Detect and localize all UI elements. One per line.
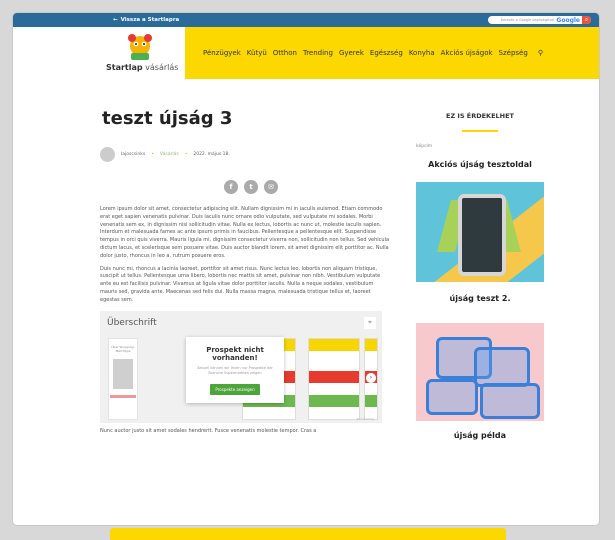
image-bowl (480, 383, 540, 419)
thumbnail-caption: Über Shopping-Mall-Tipps (111, 344, 135, 353)
card-title[interactable]: újság példa (416, 421, 544, 450)
nav-item[interactable]: Konyha (409, 49, 435, 57)
paragraph: Lorem ipsum dolor sit amet, consectetur … (100, 206, 390, 259)
back-link[interactable]: ← Vissza a Startlapra (113, 17, 179, 23)
related-card[interactable]: Akciós újság tesztoldal (416, 153, 544, 176)
top-bar: ← Vissza a Startlapra Keresés a Google se… (13, 13, 599, 27)
flyer-thumbnail[interactable]: Über Shopping-Mall-Tipps (108, 337, 138, 420)
nav-item[interactable]: Gyerek (339, 49, 364, 57)
nav-item[interactable]: Akciós újságok (441, 49, 493, 57)
email-icon[interactable]: ✉ (264, 180, 278, 194)
related-card[interactable]: újság teszt 2. (416, 182, 544, 315)
article-title: teszt újság 3 (102, 108, 233, 129)
sidebar: EZ IS ÉRDEKELHET képcím Akciós újság tes… (416, 66, 544, 450)
chevron-right-icon[interactable]: › (366, 372, 376, 383)
broken-image: képcím (416, 144, 433, 149)
facebook-icon[interactable]: f (224, 180, 238, 194)
search-icon[interactable]: ⚲ (538, 49, 543, 57)
nav-item[interactable]: Pénzügyek (203, 49, 241, 57)
search-icon[interactable]: ⌕ (582, 16, 591, 24)
article: teszt újság 3 lajoscsinks • Vásárlás • 2… (100, 66, 390, 434)
google-logo: Google (556, 16, 580, 24)
powered-by: Powered by (356, 416, 374, 421)
nav-item[interactable]: Otthon (273, 49, 297, 57)
arrow-left-icon: ← (113, 17, 118, 23)
bottom-banner (110, 528, 506, 540)
paragraph: Duis nunc mi, rhoncus a lacinia laoreet,… (100, 265, 381, 303)
flyer-widget: Überschrift ⌖ Über Shopping-Mall-Tipps P… (100, 310, 382, 423)
image-bowl (474, 347, 530, 387)
search-input[interactable]: Keresés a Google segítségével (488, 18, 556, 22)
separator-dot: • (151, 152, 154, 157)
share-buttons: f t ✉ (112, 180, 390, 194)
paragraph: Nunc auctor justo sit amet sodales hendr… (100, 427, 317, 434)
card-image (416, 323, 544, 421)
card-title[interactable]: Akciós újság tesztoldal (416, 153, 544, 176)
nav-item[interactable]: Egészség (370, 49, 403, 57)
heading-underline (462, 130, 498, 132)
author[interactable]: lajoscsinks (121, 152, 145, 157)
image-bowl (426, 379, 478, 415)
mascot-icon (128, 34, 152, 60)
thumbnail-bar (110, 394, 136, 398)
image-device (458, 194, 506, 276)
flyer-thumbnail[interactable] (308, 337, 360, 420)
no-flyer-popup: Prospekt nicht vorhanden! Aktuell können… (186, 336, 284, 403)
popup-text: Aktuell können wir Ihnen nur Prospekte d… (197, 365, 273, 375)
popup-title: Prospekt nicht vorhanden! (206, 345, 264, 362)
related-card[interactable]: újság példa (416, 323, 544, 450)
sidebar-heading: EZ IS ÉRDEKELHET (446, 112, 514, 120)
card-title[interactable]: újság teszt 2. (416, 282, 544, 315)
avatar (100, 147, 115, 162)
thumbnail-image (113, 358, 133, 389)
nav-item[interactable]: Trending (303, 49, 333, 57)
twitter-icon[interactable]: t (244, 180, 258, 194)
nav-item[interactable]: Kütyü (247, 49, 267, 57)
nav-item[interactable]: Szépség (499, 49, 528, 57)
location-pin-icon[interactable]: ⌖ (364, 316, 376, 329)
show-flyers-button[interactable]: Prospekte anzeigen (210, 383, 260, 395)
widget-heading: Überschrift (107, 317, 157, 328)
google-search[interactable]: Keresés a Google segítségével Google ⌕ (488, 16, 591, 24)
back-link-label: Vissza a Startlapra (120, 17, 180, 23)
article-meta: lajoscsinks • Vásárlás • 2022. május 18. (100, 147, 390, 162)
date: 2022. május 18. (193, 152, 230, 157)
separator-dot: • (184, 152, 188, 157)
category[interactable]: Vásárlás (160, 152, 179, 157)
card-image (416, 182, 544, 282)
